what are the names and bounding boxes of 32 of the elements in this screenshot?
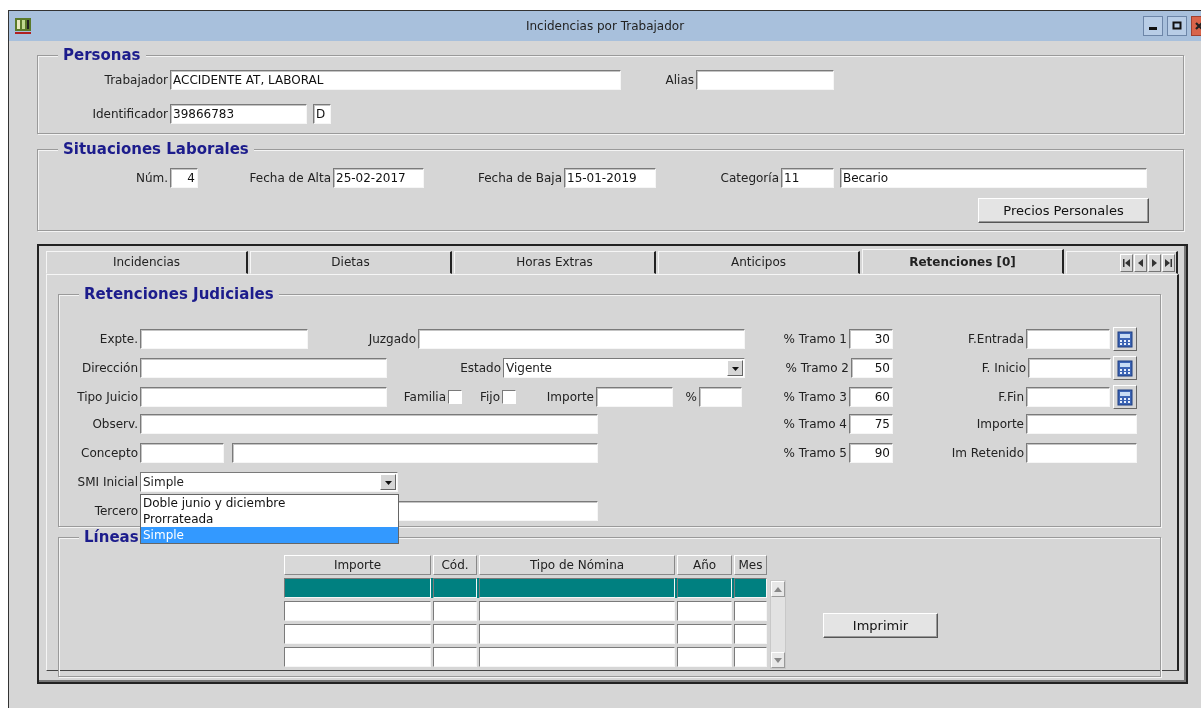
field-label: Estado bbox=[459, 360, 502, 377]
field-label: Familia bbox=[402, 389, 447, 406]
field-label: % Tramo 5 bbox=[782, 445, 848, 462]
field-label: Expte. bbox=[98, 331, 139, 348]
field-label: Fecha de Baja bbox=[476, 170, 563, 187]
field-label: Tercero bbox=[93, 503, 139, 520]
window-title: Incidencias por Trabajador bbox=[525, 18, 685, 35]
field-label: % Tramo 3 bbox=[782, 389, 848, 406]
section-title: Retenciones Judiciales bbox=[79, 285, 279, 303]
field-label: Importe bbox=[975, 416, 1025, 433]
field-label: F.Entrada bbox=[967, 331, 1025, 348]
field-label: F.Fin bbox=[997, 389, 1025, 406]
field-label: Fecha de Alta bbox=[248, 170, 332, 187]
field-label: F. Inicio bbox=[980, 360, 1027, 377]
field-label: SMI Inicial bbox=[76, 474, 139, 491]
field-label: Dirección bbox=[80, 360, 139, 377]
field-label: Im Retenido bbox=[950, 445, 1025, 462]
field-label: Categoría bbox=[719, 170, 780, 187]
field-label: Fijo bbox=[478, 389, 501, 406]
field-label: % Tramo 2 bbox=[784, 360, 850, 377]
field-label: Tipo Juicio bbox=[76, 389, 139, 406]
field-label: Núm. bbox=[134, 170, 169, 187]
field-label: Trabajador bbox=[103, 72, 169, 89]
field-label: Observ. bbox=[91, 416, 139, 433]
field-label: % Tramo 4 bbox=[782, 416, 848, 433]
field-label: Concepto bbox=[80, 445, 139, 462]
field-label: % bbox=[684, 389, 698, 406]
field-label: Juzgado bbox=[367, 331, 417, 348]
field-label: Identificador bbox=[91, 106, 169, 123]
field-label: Alias bbox=[664, 72, 695, 89]
field-label: % Tramo 1 bbox=[782, 331, 848, 348]
field-label: Importe bbox=[545, 389, 595, 406]
